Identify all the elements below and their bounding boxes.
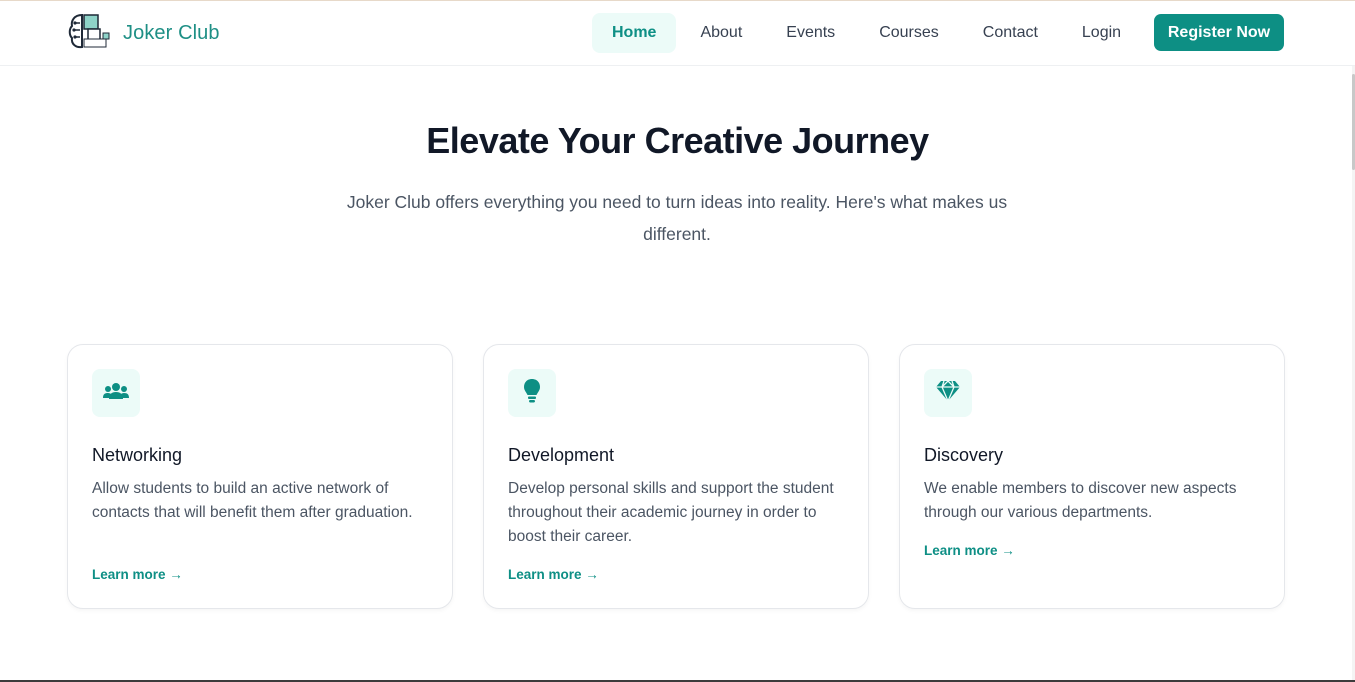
nav-home[interactable]: Home — [592, 13, 677, 53]
feature-card-development: Development Develop personal skills and … — [483, 344, 869, 609]
main-nav: Home About Events Courses Contact Login — [592, 13, 1145, 53]
feature-title: Networking — [92, 445, 183, 465]
site-header: Joker Club Home About Events Courses Con… — [0, 1, 1355, 66]
hero-subtitle: Joker Club offers everything you need to… — [346, 192, 1008, 244]
feature-icon-box — [924, 369, 972, 417]
learn-more-link[interactable]: Learn more → — [924, 543, 1015, 558]
nav-about[interactable]: About — [680, 13, 762, 53]
feature-icon-box — [92, 369, 140, 417]
brain-circuit-icon — [68, 11, 112, 56]
feature-card-discovery: Discovery We enable members to discover … — [899, 344, 1285, 609]
lightbulb-icon — [523, 378, 541, 409]
register-now-button[interactable]: Register Now — [1154, 14, 1284, 51]
feature-description: Develop personal skills and support the … — [508, 480, 834, 545]
feature-title: Development — [508, 445, 615, 465]
learn-more-link[interactable]: Learn more → — [508, 567, 599, 582]
hero-title: Elevate Your Creative Journey — [426, 120, 929, 161]
nav-login[interactable]: Login — [1062, 13, 1141, 53]
users-icon — [103, 381, 129, 406]
brand-name: Joker Club — [123, 21, 220, 44]
feature-description: Allow students to build an active networ… — [92, 480, 413, 521]
feature-card-networking: Networking Allow students to build an ac… — [67, 344, 453, 609]
nav-contact[interactable]: Contact — [963, 13, 1058, 53]
feature-description: We enable members to discover new aspect… — [924, 480, 1237, 521]
nav-courses[interactable]: Courses — [859, 13, 959, 53]
learn-more-link[interactable]: Learn more → — [92, 567, 183, 582]
gem-icon — [935, 379, 961, 407]
logo[interactable]: Joker Club — [68, 13, 220, 53]
feature-title: Discovery — [924, 445, 1004, 465]
nav-events[interactable]: Events — [766, 13, 855, 53]
feature-icon-box — [508, 369, 556, 417]
